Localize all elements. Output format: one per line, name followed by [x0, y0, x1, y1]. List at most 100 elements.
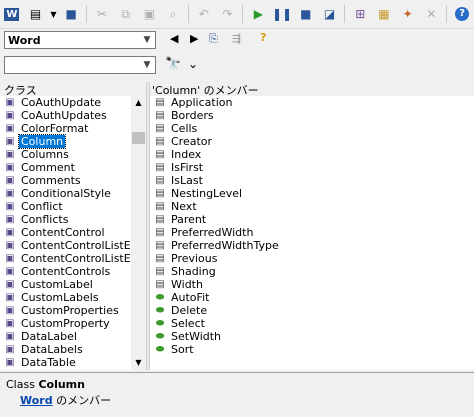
member-list-item[interactable]: ▤ IsLast	[150, 174, 474, 187]
library-link[interactable]: Word	[20, 394, 53, 407]
member-list-item[interactable]: ▤ Index	[150, 148, 474, 161]
find-icon[interactable]: ⌕	[162, 3, 184, 25]
class-list-item[interactable]: ▣ Columns	[0, 148, 131, 161]
chevron-down-icon[interactable]: ▼	[139, 32, 155, 48]
class-icon: ▣	[5, 331, 15, 342]
member-list-label: Index	[171, 148, 202, 161]
class-list-item[interactable]: ▣ CustomLabel	[0, 278, 131, 291]
member-list-item[interactable]: ▤ Shading	[150, 265, 474, 278]
toolbar-separator	[86, 5, 88, 23]
members-list[interactable]: ▤ Application ▤ Borders ▤ Cells ▤ Creator ▤ Index…	[150, 96, 474, 370]
class-list-item[interactable]: ▣ DataLabels	[0, 343, 131, 356]
next-arrow-icon[interactable]: ▶	[190, 32, 198, 45]
toolbox-icon[interactable]: ✕	[421, 3, 443, 25]
member-list-item[interactable]: ⬬ AutoFit	[150, 291, 474, 304]
member-list-item[interactable]: ▤ Borders	[150, 109, 474, 122]
class-list-label: CustomProperty	[21, 317, 110, 330]
project-explorer-icon[interactable]: ⊞	[349, 3, 371, 25]
class-list-item[interactable]: ▣ ConditionalStyle	[0, 187, 131, 200]
undo-icon[interactable]: ↶	[193, 3, 215, 25]
class-list-label: DataLabel	[21, 330, 77, 343]
help-icon[interactable]: ?	[451, 3, 473, 25]
cut-icon[interactable]: ✂	[91, 3, 113, 25]
copy-icon[interactable]: ⧉	[115, 3, 137, 25]
class-list-item[interactable]: ▣ Comments	[0, 174, 131, 187]
class-list-item[interactable]: ▣ CustomProperties	[0, 304, 131, 317]
class-list-item[interactable]: ▣ CoAuthUpdate	[0, 96, 131, 109]
property-icon: ▤	[155, 253, 165, 264]
class-list-item[interactable]: ▣ Conflicts	[0, 213, 131, 226]
previous-arrow-icon[interactable]: ◀	[170, 32, 178, 45]
search-dropdown[interactable]: ▼	[4, 56, 156, 74]
member-list-item[interactable]: ▤ Parent	[150, 213, 474, 226]
member-list-item[interactable]: ▤ Next	[150, 200, 474, 213]
class-list-item[interactable]: ▣ ColorFormat	[0, 122, 131, 135]
run-icon[interactable]: ▶	[247, 3, 269, 25]
binoculars-search-icon[interactable]: 🔭	[165, 57, 181, 72]
class-list-item[interactable]: ▣ ContentControlListEnt	[0, 252, 131, 265]
properties-icon[interactable]: ▦	[373, 3, 395, 25]
class-list-item[interactable]: ▣ CoAuthUpdates	[0, 109, 131, 122]
member-list-item[interactable]: ⬬ Select	[150, 317, 474, 330]
member-list-item[interactable]: ▤ PreferredWidthType	[150, 239, 474, 252]
member-list-item[interactable]: ▤ NestingLevel	[150, 187, 474, 200]
scroll-up-icon[interactable]: ▲	[131, 96, 146, 110]
member-list-label: Shading	[171, 265, 216, 278]
help-icon[interactable]: ?	[260, 31, 266, 44]
class-icon: ▣	[5, 188, 15, 199]
copy-to-clipboard-icon[interactable]: ⎘	[209, 32, 218, 46]
class-list-item[interactable]: ▣ CustomLabels	[0, 291, 131, 304]
scroll-thumb[interactable]	[132, 132, 145, 144]
dropdown-arrow-icon[interactable]: ▼	[48, 3, 58, 25]
member-list-item[interactable]: ⬬ Delete	[150, 304, 474, 317]
member-list-item[interactable]: ▤ Creator	[150, 135, 474, 148]
member-list-item[interactable]: ▤ Application	[150, 96, 474, 109]
scroll-down-icon[interactable]: ▼	[131, 356, 146, 370]
class-list-item[interactable]: ▣ ContentControlListEnt	[0, 239, 131, 252]
class-list-item[interactable]: ▣ ContentControls	[0, 265, 131, 278]
class-list-item[interactable]: ▣ CustomProperty	[0, 317, 131, 330]
class-list-item[interactable]: ▣ DataTable	[0, 356, 131, 369]
library-dropdown[interactable]: Word ▼	[4, 31, 156, 49]
chevron-down-icon[interactable]: ▼	[139, 57, 155, 73]
save-icon[interactable]: ■	[60, 3, 82, 25]
member-list-item[interactable]: ▤ Previous	[150, 252, 474, 265]
class-list-item[interactable]: ▣ DataLabel	[0, 330, 131, 343]
stop-icon[interactable]: ■	[295, 3, 317, 25]
member-list-item[interactable]: ▤ Cells	[150, 122, 474, 135]
method-icon: ⬬	[155, 344, 165, 355]
redo-icon[interactable]: ↷	[217, 3, 239, 25]
class-list-label: CustomLabel	[21, 278, 93, 291]
class-list-label: CoAuthUpdate	[21, 96, 102, 109]
view-object-icon[interactable]: ▤	[25, 3, 47, 25]
class-list-label: DataLabels	[21, 343, 83, 356]
member-list-label: Parent	[171, 213, 207, 226]
classes-scrollbar[interactable]: ▲ ▼	[131, 96, 146, 370]
show-hide-results-icon[interactable]: ⌄	[188, 57, 198, 71]
toolbar-separator	[188, 5, 189, 23]
member-list-label: Sort	[171, 343, 194, 356]
pause-icon[interactable]: ❚❚	[271, 3, 293, 25]
member-list-item[interactable]: ▤ IsFirst	[150, 161, 474, 174]
method-icon: ⬬	[155, 305, 165, 316]
object-browser-icon[interactable]: ✦	[397, 3, 419, 25]
class-icon: ▣	[5, 201, 15, 212]
member-list-item[interactable]: ⬬ Sort	[150, 343, 474, 356]
view-definition-icon[interactable]: ⇶	[232, 32, 241, 45]
classes-list[interactable]: ▣ CoAuthUpdate ▣ CoAuthUpdates ▣ ColorFormat ▣…	[0, 96, 131, 370]
class-list-label: Columns	[21, 148, 69, 161]
member-list-label: Borders	[171, 109, 214, 122]
member-list-item[interactable]: ⬬ SetWidth	[150, 330, 474, 343]
member-list-item[interactable]: ▤ PreferredWidth	[150, 226, 474, 239]
class-list-item[interactable]: ▣ Column	[0, 134, 131, 149]
design-mode-icon[interactable]: ◪	[319, 3, 341, 25]
property-icon: ▤	[155, 279, 165, 290]
class-list-item[interactable]: ▣ Conflict	[0, 200, 131, 213]
paste-icon[interactable]: ▣	[139, 3, 161, 25]
class-list-item[interactable]: ▣ Comment	[0, 161, 131, 174]
word-icon[interactable]: W	[1, 3, 23, 25]
class-list-item[interactable]: ▣ ContentControl	[0, 226, 131, 239]
class-icon: ▣	[5, 214, 15, 225]
member-list-item[interactable]: ▤ Width	[150, 278, 474, 291]
member-list-label: Previous	[171, 252, 218, 265]
